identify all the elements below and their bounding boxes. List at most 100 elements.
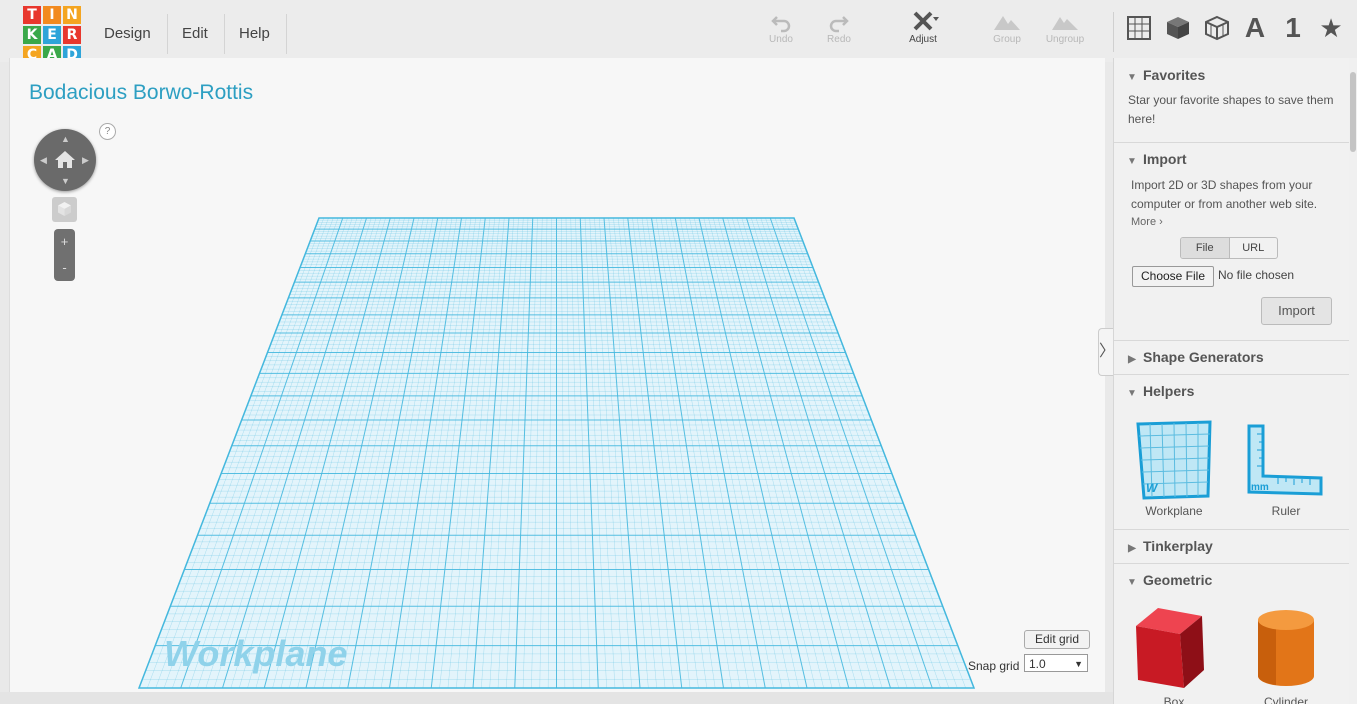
logo-letter: E: [43, 26, 61, 44]
ruler-helper-shape[interactable]: mm: [1246, 424, 1326, 500]
zoom-in-button[interactable]: +: [54, 229, 75, 255]
cube-icon: [58, 202, 71, 216]
redo-icon: [829, 16, 849, 33]
redo-label: Redo: [827, 34, 851, 45]
undo-icon: [771, 16, 791, 33]
import-button[interactable]: Import: [1261, 297, 1332, 325]
triangle-down-icon: ▼: [1127, 577, 1137, 588]
group-button[interactable]: Group: [978, 10, 1036, 52]
tinkerplay-title: Tinkerplay: [1143, 538, 1213, 554]
import-text: Import 2D or 3D shapes from your compute…: [1131, 178, 1318, 211]
tinkerplay-section-header[interactable]: ▶ Tinkerplay: [1114, 538, 1350, 554]
dropdown-arrow-icon: ▼: [1074, 659, 1083, 669]
undo-button[interactable]: Undo: [752, 10, 810, 52]
logo-letter: K: [23, 26, 41, 44]
arrow-right-icon[interactable]: ▶: [82, 155, 89, 166]
logo-letter: T: [23, 6, 41, 24]
logo-letter: R: [63, 26, 81, 44]
shape-generators-title: Shape Generators: [1143, 349, 1264, 365]
ungroup-icon: [1052, 17, 1078, 30]
group-icon: [994, 16, 1020, 30]
section-divider: [1114, 340, 1350, 341]
choose-file-button[interactable]: Choose File: [1132, 266, 1214, 287]
adjust-label: Adjust: [909, 34, 937, 45]
zoom-control: + -: [54, 229, 75, 281]
url-tab[interactable]: URL: [1228, 238, 1278, 258]
top-toolbar: TINKERCAD Design Edit Help Undo Redo Adj…: [0, 0, 1357, 64]
box-shape[interactable]: [1132, 604, 1216, 692]
geometric-label-box: Box: [1163, 695, 1185, 704]
solid-view-icon[interactable]: [1164, 13, 1192, 43]
group-label: Group: [993, 34, 1021, 45]
import-section-header[interactable]: ▼ Import: [1114, 151, 1350, 167]
favorites-text: Star your favorite shapes to save them h…: [1128, 93, 1334, 126]
geometric-section-header[interactable]: ▼ Geometric: [1114, 572, 1350, 588]
adjust-button[interactable]: Adjust: [894, 10, 952, 52]
snap-grid-value: 1.0: [1029, 657, 1046, 671]
wireframe-view-icon[interactable]: [1203, 13, 1231, 43]
triangle-right-icon: ▶: [1128, 354, 1136, 365]
edit-grid-button[interactable]: Edit grid: [1024, 630, 1090, 649]
geometric-label-cylinder: Cylinder: [1263, 695, 1308, 704]
favorites-title: Favorites: [1143, 67, 1206, 83]
shapes-panel: ▼ Favorites Star your favorite shapes to …: [1113, 58, 1350, 704]
view-navigation-control[interactable]: ▲ ▼ ◀ ▶: [34, 129, 96, 191]
import-source-toggle: File URL: [1180, 237, 1278, 259]
canvas-bottom-strip: [0, 692, 1113, 704]
edit-menu[interactable]: Edit: [166, 14, 225, 54]
snap-grid-select[interactable]: 1.0 ▼: [1024, 654, 1088, 672]
help-menu[interactable]: Help: [223, 14, 287, 54]
workplane-grid[interactable]: [10, 58, 1105, 692]
cylinder-shape[interactable]: [1254, 608, 1318, 692]
help-icon[interactable]: ?: [99, 123, 116, 140]
toolbar-divider: [1113, 12, 1114, 52]
more-link[interactable]: More ›: [1131, 216, 1163, 228]
triangle-down-icon: ▼: [1127, 156, 1137, 167]
design-canvas[interactable]: Bodacious Borwo-Rottis ? ▲ ▼ ◀ ▶ + - Wor…: [9, 58, 1105, 692]
svg-text:W: W: [1146, 481, 1159, 495]
favorites-section-header[interactable]: ▼ Favorites: [1114, 67, 1350, 83]
logo-letter: N: [63, 6, 81, 24]
star-icon[interactable]: ★: [1316, 13, 1346, 43]
ungroup-label: Ungroup: [1045, 34, 1085, 45]
tinkercad-logo[interactable]: TINKERCAD: [23, 6, 83, 64]
zoom-out-button[interactable]: -: [54, 255, 75, 281]
triangle-down-icon: ▼: [1127, 388, 1137, 399]
workplane-helper-shape[interactable]: W: [1134, 420, 1214, 500]
text-icon[interactable]: A: [1240, 12, 1270, 43]
arrow-left-icon[interactable]: ◀: [40, 155, 47, 166]
arrow-down-icon[interactable]: ▼: [61, 176, 70, 186]
ungroup-button[interactable]: Ungroup: [1036, 10, 1094, 52]
logo-letter: I: [43, 6, 61, 24]
section-divider: [1114, 529, 1350, 530]
grid-view-icon[interactable]: [1125, 13, 1153, 43]
svg-text:mm: mm: [1251, 482, 1269, 493]
section-divider: [1114, 374, 1350, 375]
section-divider: [1114, 563, 1350, 564]
helper-label-workplane: Workplane: [1145, 504, 1203, 518]
number-icon[interactable]: 1: [1278, 12, 1308, 43]
adjust-icon: [913, 11, 939, 31]
workplane-label: Workplane: [164, 633, 348, 674]
snap-grid-label: Snap grid: [968, 659, 1020, 673]
helpers-title: Helpers: [1143, 383, 1195, 399]
section-divider: [1114, 142, 1350, 143]
panel-scrollbar-thumb[interactable]: [1350, 72, 1356, 152]
panel-scrollbar[interactable]: [1349, 58, 1357, 704]
design-menu[interactable]: Design: [88, 14, 168, 54]
home-icon[interactable]: [54, 149, 76, 169]
undo-label: Undo: [769, 34, 793, 45]
file-tab[interactable]: File: [1181, 238, 1229, 258]
helpers-section-header[interactable]: ▼ Helpers: [1114, 383, 1350, 399]
helper-label-ruler: Ruler: [1271, 504, 1301, 518]
import-title: Import: [1143, 151, 1187, 167]
arrow-up-icon[interactable]: ▲: [61, 134, 70, 144]
redo-button[interactable]: Redo: [810, 10, 868, 52]
no-file-chosen-text: No file chosen: [1218, 268, 1295, 282]
shape-generators-section-header[interactable]: ▶ Shape Generators: [1114, 349, 1350, 365]
design-title[interactable]: Bodacious Borwo-Rottis: [29, 81, 253, 105]
view-cube-button[interactable]: [52, 197, 77, 222]
geometric-title: Geometric: [1143, 572, 1213, 588]
triangle-down-icon: ▼: [1127, 72, 1137, 83]
triangle-right-icon: ▶: [1128, 543, 1136, 554]
